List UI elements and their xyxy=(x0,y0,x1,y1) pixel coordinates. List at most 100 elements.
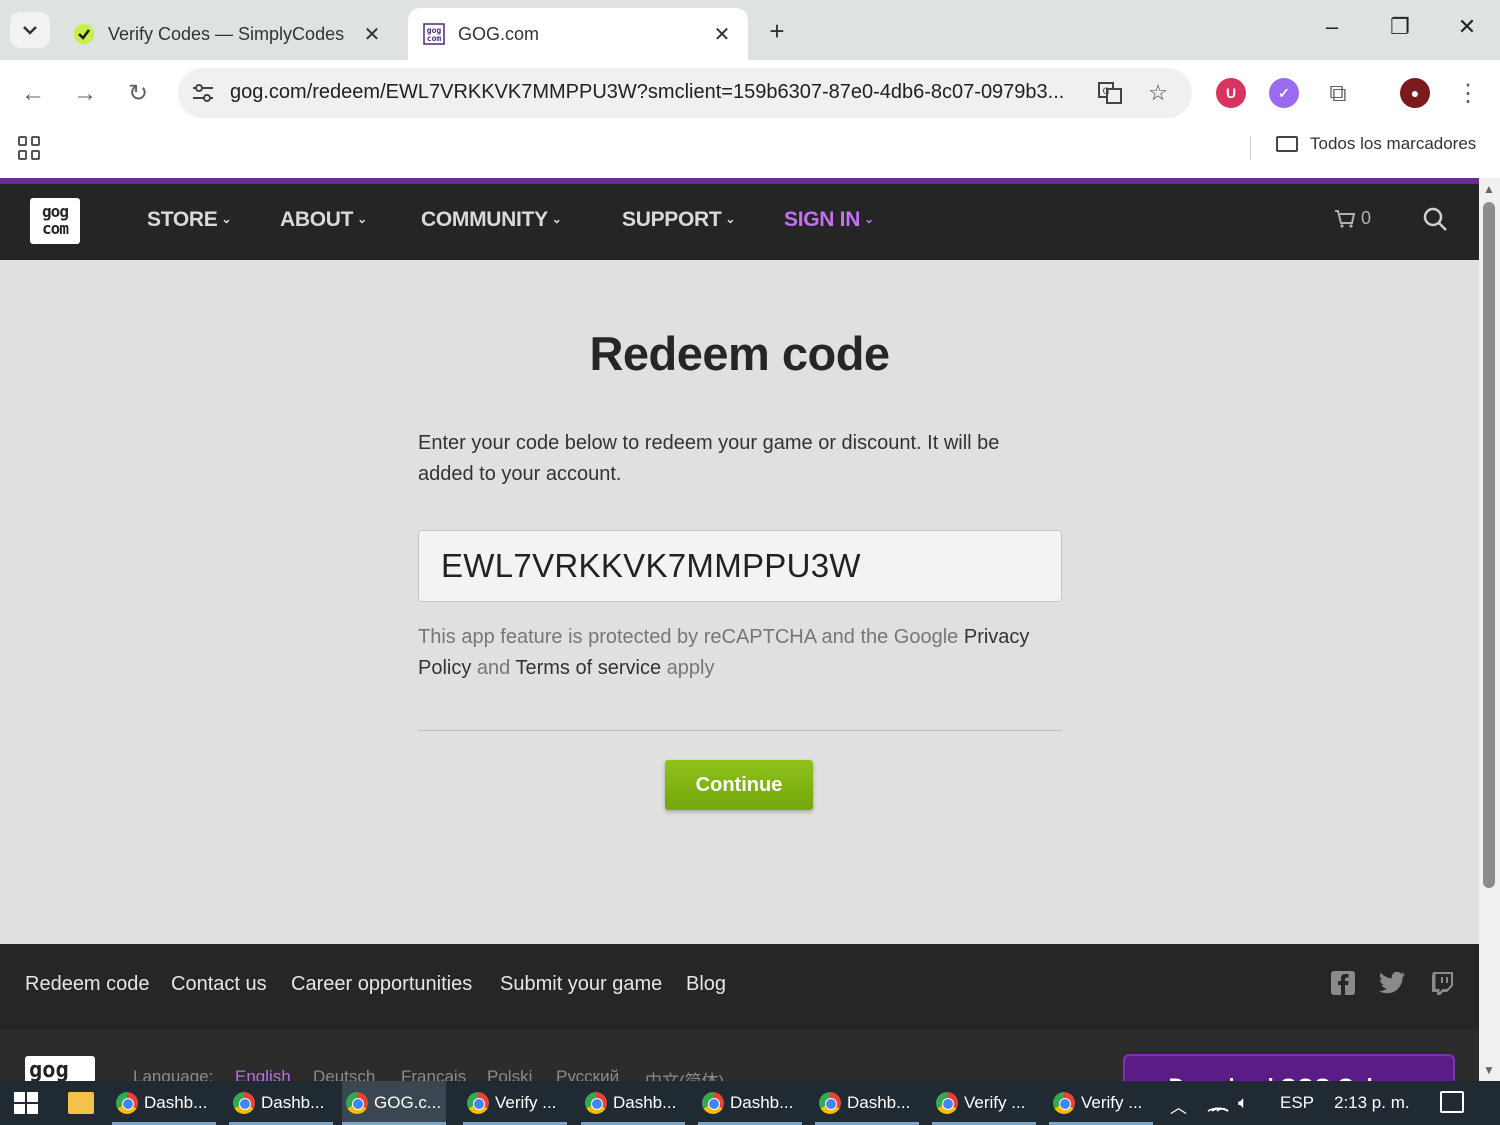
taskbar-item[interactable]: Dashb... xyxy=(112,1081,216,1125)
language-deutsch[interactable]: Deutsch xyxy=(313,1067,375,1081)
chevron-down-icon: ⌄ xyxy=(357,212,367,226)
extensions-puzzle-icon[interactable]: ⧉ xyxy=(1322,78,1354,110)
windows-start-icon[interactable] xyxy=(14,1092,38,1114)
translate-icon[interactable]: G xyxy=(1096,80,1124,108)
continue-button[interactable]: Continue xyxy=(665,760,813,810)
language-russian[interactable]: Русский xyxy=(556,1067,619,1081)
notifications-icon[interactable] xyxy=(1440,1091,1464,1113)
cart-count: 0 xyxy=(1361,208,1372,228)
footer-link-blog[interactable]: Blog xyxy=(686,973,726,996)
wifi-icon[interactable] xyxy=(1206,1093,1230,1113)
chrome-icon xyxy=(585,1092,607,1114)
close-tab-icon[interactable]: ✕ xyxy=(360,22,384,47)
language-polski[interactable]: Polski xyxy=(487,1067,532,1081)
nav-sign-in[interactable]: SIGN IN ⌄ xyxy=(784,208,874,232)
cart-button[interactable]: 0 xyxy=(1334,208,1371,229)
input-language[interactable]: ESP xyxy=(1280,1093,1314,1113)
site-settings-icon[interactable] xyxy=(190,80,216,106)
language-chinese[interactable]: 中文(简体) xyxy=(645,1067,724,1081)
footer-link-careers[interactable]: Career opportunities xyxy=(291,973,472,996)
page-title: Redeem code xyxy=(589,327,890,380)
taskbar-item[interactable]: Dashb... xyxy=(229,1081,333,1125)
footer-link-submit-game[interactable]: Submit your game xyxy=(500,973,662,996)
page-scrollbar[interactable]: ▲ ▼ xyxy=(1479,178,1500,1081)
language-francais[interactable]: Français xyxy=(401,1067,466,1081)
nav-about[interactable]: ABOUT ⌄ xyxy=(280,208,367,232)
tab-title: Verify Codes — SimplyCodes xyxy=(108,23,345,44)
taskbar-item-active[interactable]: GOG.c... xyxy=(342,1081,446,1125)
chrome-icon xyxy=(1053,1092,1075,1114)
tab-title: GOG.com xyxy=(458,23,540,44)
taskbar-item[interactable]: Dashb... xyxy=(581,1081,685,1125)
footer-link-contact-us[interactable]: Contact us xyxy=(171,973,267,996)
web-page: gog com STORE ⌄ ABOUT ⌄ COMMUNITY ⌄ SUPPORT ⌄… xyxy=(0,178,1479,1081)
chevron-down-icon: ⌄ xyxy=(551,212,562,226)
address-bar[interactable]: gog.com/redeem/EWL7VRKKVK7MMPPU3W?smclie… xyxy=(178,68,1192,118)
back-arrow-icon[interactable]: ← xyxy=(17,78,49,110)
taskbar-item[interactable]: Verify ... xyxy=(1049,1081,1153,1125)
nav-store[interactable]: STORE ⌄ xyxy=(147,208,232,232)
taskbar-item[interactable]: Dashb... xyxy=(698,1081,802,1125)
form-divider xyxy=(418,730,1062,731)
gog-favicon-icon: gog com xyxy=(422,22,446,46)
profile-avatar[interactable]: ● xyxy=(1400,78,1430,108)
chrome-icon xyxy=(467,1092,489,1114)
volume-icon[interactable]: 🔈︎ xyxy=(1238,1093,1248,1113)
reload-icon[interactable]: ↻ xyxy=(122,78,154,110)
file-explorer-icon[interactable] xyxy=(68,1092,94,1114)
scroll-up-icon[interactable]: ▲ xyxy=(1483,182,1495,196)
facebook-icon[interactable] xyxy=(1330,970,1356,996)
download-galaxy-button[interactable]: Download GOG Galaxy xyxy=(1123,1054,1455,1081)
forward-arrow-icon[interactable]: → xyxy=(69,78,101,110)
chrome-icon xyxy=(233,1092,255,1114)
tab-search-button[interactable] xyxy=(10,12,50,48)
browser-toolbar: ← → ↻ gog.com/redeem/EWL7VRKKVK7MMPPU3W?… xyxy=(0,60,1500,126)
chrome-icon xyxy=(936,1092,958,1114)
footer-links-bar: Redeem code Contact us Career opportunit… xyxy=(0,944,1479,1030)
kebab-menu-icon[interactable]: ⋮ xyxy=(1452,78,1484,110)
extension-purple-icon[interactable]: ✓ xyxy=(1269,78,1299,108)
footer-link-redeem-code[interactable]: Redeem code xyxy=(25,973,150,996)
chevron-down-icon: ⌄ xyxy=(221,212,232,226)
search-icon[interactable] xyxy=(1422,206,1448,232)
scroll-down-icon[interactable]: ▼ xyxy=(1483,1063,1495,1077)
taskbar-item[interactable]: Dashb... xyxy=(815,1081,919,1125)
new-tab-icon[interactable]: + xyxy=(762,16,792,47)
minimize-icon[interactable]: – xyxy=(1312,14,1352,40)
taskbar-item[interactable]: Verify ... xyxy=(463,1081,567,1125)
scroll-thumb[interactable] xyxy=(1483,202,1495,888)
windows-taskbar: Dashb... Dashb... GOG.c... Verify ... Da… xyxy=(0,1081,1500,1125)
svg-text:G: G xyxy=(1103,87,1110,97)
gog-footer-logo[interactable]: gog xyxy=(25,1056,95,1081)
gog-logo[interactable]: gog com xyxy=(30,198,80,244)
clock-time[interactable]: 2:13 p. m. xyxy=(1334,1093,1410,1113)
ublock-extension-icon[interactable]: U xyxy=(1216,78,1246,108)
apps-grid-icon[interactable] xyxy=(18,136,42,160)
language-english[interactable]: English xyxy=(235,1067,291,1081)
nav-support[interactable]: SUPPORT ⌄ xyxy=(622,208,735,232)
window-close-icon[interactable]: ✕ xyxy=(1447,14,1487,40)
tray-chevron-up-icon[interactable]: ︿ xyxy=(1170,1093,1187,1118)
terms-of-service-link[interactable]: Terms of service xyxy=(515,657,661,679)
close-tab-icon[interactable]: ✕ xyxy=(710,22,734,47)
tab-strip: Verify Codes — SimplyCodes ✕ gog com GOG.… xyxy=(0,0,1500,60)
nav-community[interactable]: COMMUNITY ⌄ xyxy=(421,208,562,232)
cart-icon xyxy=(1335,210,1356,228)
taskbar-item[interactable]: Verify ... xyxy=(932,1081,1036,1125)
chevron-down-icon: ⌄ xyxy=(725,212,736,226)
tab-gog[interactable]: gog com GOG.com ✕ xyxy=(408,8,748,60)
bookmark-star-icon[interactable]: ☆ xyxy=(1144,80,1172,108)
redeem-intro-text: Enter your code below to redeem your gam… xyxy=(418,432,1000,485)
chrome-icon xyxy=(819,1092,841,1114)
tab-verify-codes[interactable]: Verify Codes — SimplyCodes ✕ xyxy=(58,8,398,60)
all-bookmarks-button[interactable]: Todos los marcadores xyxy=(1276,134,1476,154)
restore-icon[interactable]: ❐ xyxy=(1380,14,1420,40)
url-text[interactable]: gog.com/redeem/EWL7VRKKVK7MMPPU3W?smclie… xyxy=(230,81,1090,104)
twitter-icon[interactable] xyxy=(1377,970,1407,996)
twitch-icon[interactable] xyxy=(1430,970,1456,996)
svg-text:com: com xyxy=(427,34,442,43)
chrome-icon xyxy=(346,1092,368,1114)
language-label: Language: xyxy=(133,1067,214,1081)
chrome-icon xyxy=(702,1092,724,1114)
redeem-code-input[interactable] xyxy=(418,530,1062,602)
